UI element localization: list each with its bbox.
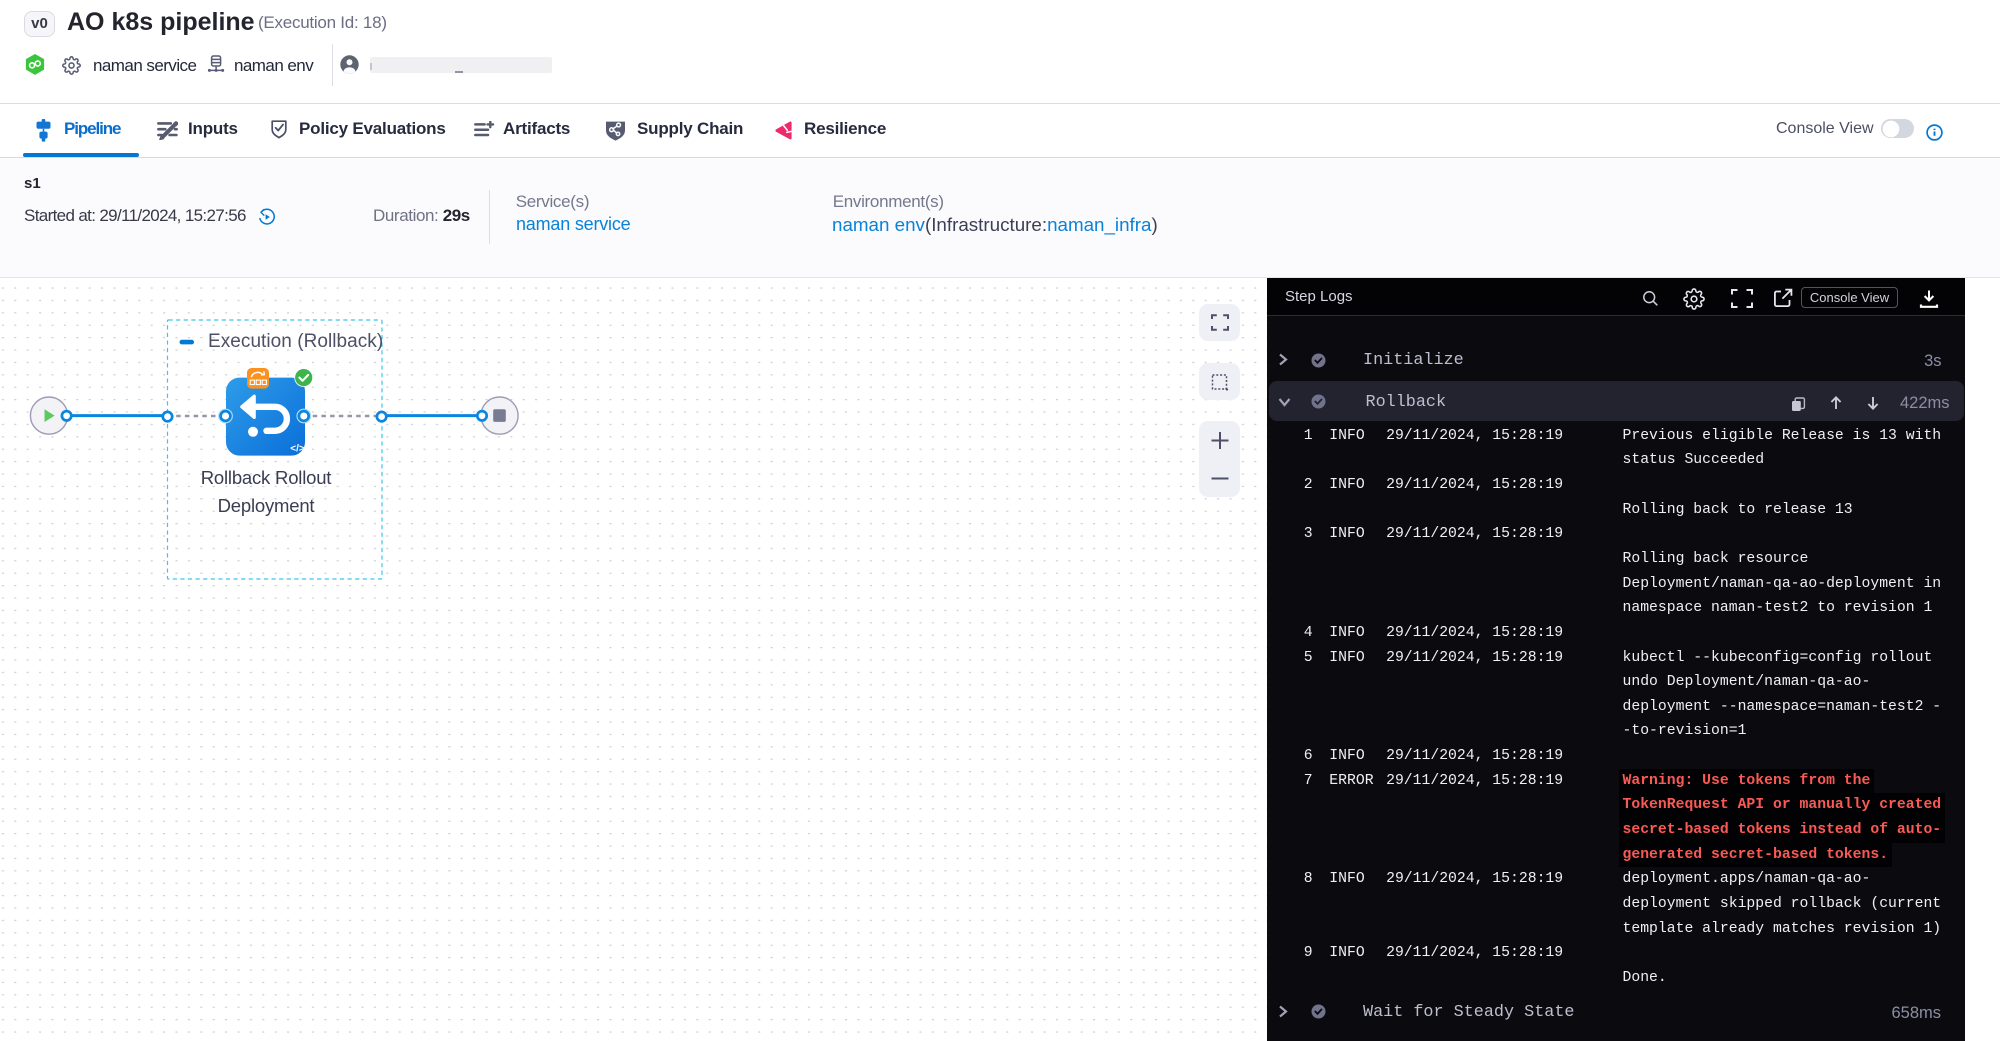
- svg-text:</>: </>: [290, 444, 305, 455]
